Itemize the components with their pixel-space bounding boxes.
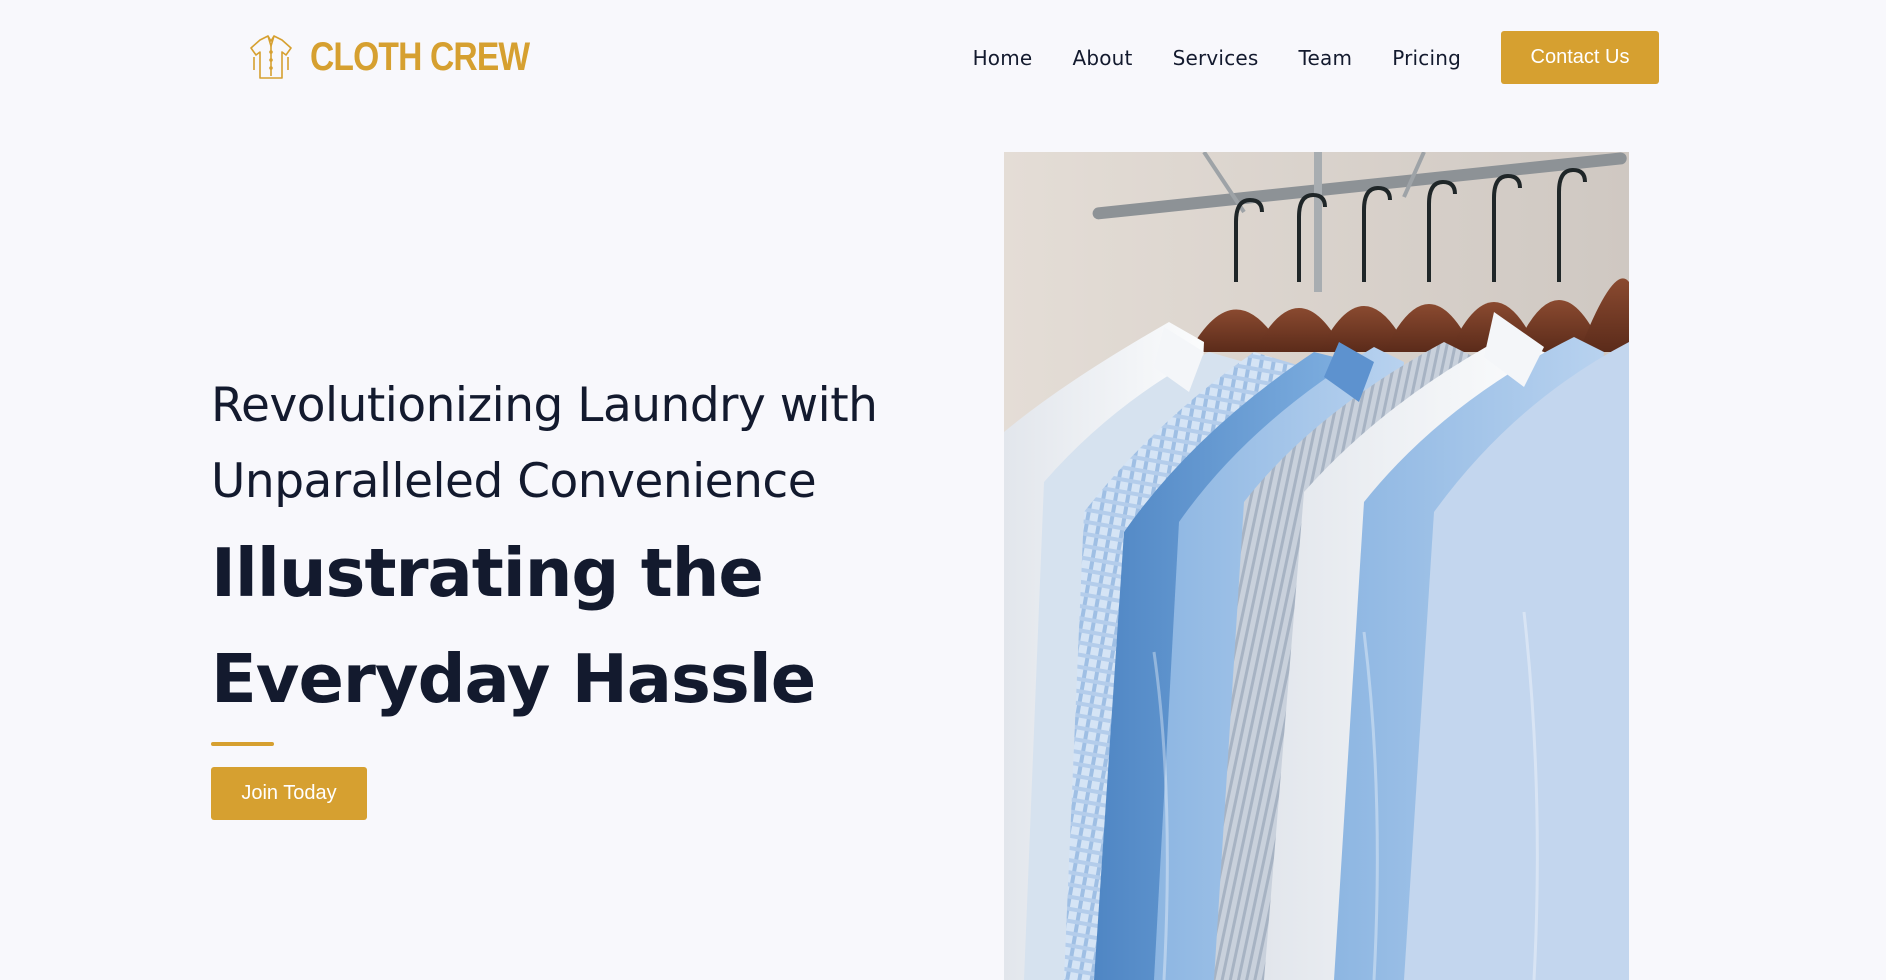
hero-content: Revolutionizing Laundry with Unparallele… — [211, 368, 971, 820]
hero-subtitle-line1: Revolutionizing Laundry with — [211, 378, 878, 433]
nav-pricing[interactable]: Pricing — [1392, 46, 1461, 70]
nav-about[interactable]: About — [1072, 46, 1132, 70]
site-header: CLOTH CREW Home About Services Team Pric… — [0, 0, 1886, 115]
join-today-button[interactable]: Join Today — [211, 767, 367, 820]
brand-logo[interactable]: CLOTH CREW — [246, 32, 571, 82]
hero-title-line1: Illustrating the — [211, 534, 764, 612]
nav-home[interactable]: Home — [973, 46, 1033, 70]
main-nav: Home About Services Team Pricing Contact… — [973, 31, 1659, 84]
nav-team[interactable]: Team — [1299, 46, 1353, 70]
accent-divider — [211, 742, 274, 746]
hero-title-line2: Everyday Hassle — [211, 640, 816, 718]
contact-us-button[interactable]: Contact Us — [1501, 31, 1659, 84]
shirt-icon — [250, 35, 292, 79]
hero-subtitle-line2: Unparalleled Convenience — [211, 454, 817, 509]
hero-image-shirts — [1004, 152, 1629, 980]
nav-services[interactable]: Services — [1173, 46, 1259, 70]
brand-name: CLOTH CREW — [310, 34, 530, 79]
